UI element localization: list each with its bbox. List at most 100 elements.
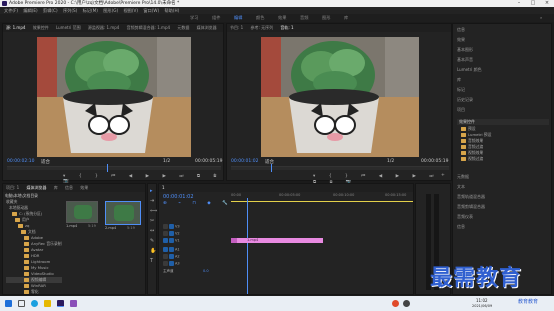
- tab-source[interactable]: 源: 1.mp4: [3, 24, 28, 32]
- source-playhead[interactable]: [107, 164, 108, 172]
- panel-libraries[interactable]: 库: [457, 77, 461, 83]
- workspace-color[interactable]: 颜色: [256, 14, 264, 22]
- source-fit-dropdown[interactable]: 适合: [41, 159, 50, 165]
- tab-libraries[interactable]: 库: [51, 184, 61, 192]
- tab-sequence[interactable]: 1: [159, 184, 168, 192]
- tab-lumetri-scopes[interactable]: Lumetri 范围: [53, 24, 84, 32]
- panel-history[interactable]: 历史记录: [457, 97, 473, 103]
- tab-project[interactable]: 项目: 1: [3, 184, 22, 192]
- master-volume-value[interactable]: 0.0: [203, 269, 209, 274]
- tab-effect-controls[interactable]: 效果控件: [30, 24, 52, 32]
- workspace-graphics[interactable]: 图形: [322, 14, 330, 22]
- workspace-assembly[interactable]: 组件: [212, 14, 220, 22]
- menu-clip[interactable]: 剪辑(C): [43, 7, 58, 14]
- tab-media-browser[interactable]: 媒体浏览器: [194, 24, 220, 32]
- clock-time[interactable]: 11:02: [476, 298, 488, 303]
- panel-info[interactable]: 信息: [457, 27, 465, 33]
- tab-audio-clip-mixer[interactable]: 音频剪辑混合器: 1.mp4: [124, 24, 173, 32]
- tray-icon[interactable]: [403, 300, 410, 307]
- workspace-editing[interactable]: 编辑: [234, 14, 242, 22]
- program-time-ruler[interactable]: [231, 166, 449, 170]
- work-area-bar[interactable]: [231, 201, 413, 202]
- menu-graphics[interactable]: 图形(G): [103, 7, 118, 14]
- panel-lumetri-color[interactable]: Lumetri 颜色: [457, 67, 482, 73]
- ripple-edit-tool-icon[interactable]: ⟺: [150, 208, 157, 214]
- tab-audio-track[interactable]: 音轨: 1: [277, 24, 296, 32]
- source-time-ruler[interactable]: [7, 166, 221, 170]
- panel-markers[interactable]: 标记: [457, 87, 465, 93]
- panel-audio-clip-mixer[interactable]: 音频剪辑混合器: [457, 204, 485, 210]
- video-clip[interactable]: 1.mp4: [231, 238, 323, 243]
- tab-source-monitor[interactable]: 源监视器: 1.mp4: [85, 24, 122, 32]
- track-header-a3: A3: [163, 261, 180, 266]
- hand-tool-icon[interactable]: ✋: [150, 248, 156, 254]
- panel-effects[interactable]: 效果: [457, 37, 465, 43]
- clip-duration: 5:19: [88, 224, 96, 228]
- menu-marker[interactable]: 标记(M): [83, 7, 98, 14]
- source-add-button[interactable]: +: [213, 173, 217, 178]
- panel-metadata[interactable]: 元数据: [457, 174, 469, 180]
- panel-text[interactable]: 文本: [457, 184, 465, 190]
- panel-project[interactable]: 项目: [457, 107, 465, 113]
- panel-essential-graphics[interactable]: 基本图形: [457, 47, 473, 53]
- tab-metadata[interactable]: 元数据: [174, 24, 192, 32]
- tab-info[interactable]: 信息: [62, 184, 76, 192]
- program-video-frame: [261, 37, 419, 157]
- maximize-button[interactable]: □: [526, 0, 540, 7]
- edge-browser-icon[interactable]: [31, 300, 38, 307]
- menu-edit[interactable]: 编辑(E): [23, 7, 37, 14]
- workspace-libraries[interactable]: 库: [344, 14, 348, 22]
- type-tool-icon[interactable]: T: [150, 258, 153, 264]
- panel-audio-track-mixer[interactable]: 音频轨道混合器: [457, 194, 485, 200]
- source-resolution-dropdown[interactable]: 1/2: [163, 159, 170, 164]
- clip-thumbnail[interactable]: [66, 201, 98, 223]
- timeline-tool-buttons[interactable]: ⊕ ⌁ ⊓ ◆ 🔧: [163, 201, 233, 206]
- effects-list-item[interactable]: 视频过渡: [461, 156, 491, 162]
- tray-app-icon[interactable]: [392, 300, 399, 307]
- track-select-tool-icon[interactable]: ⇥: [150, 198, 154, 204]
- windows-start-icon[interactable]: [5, 300, 12, 307]
- clock-date[interactable]: 2021/06/09: [472, 304, 492, 308]
- menu-window[interactable]: 窗口(W): [143, 7, 159, 14]
- effects-group-header[interactable]: 效果控件: [457, 119, 549, 125]
- media-app-icon[interactable]: [70, 300, 77, 307]
- premiere-taskbar-icon[interactable]: [57, 300, 64, 307]
- timeline-ruler[interactable]: 00:00 00:00:05:00 00:00:10:00 00:00:15:0…: [231, 193, 413, 199]
- program-resolution-dropdown[interactable]: 1/2: [387, 159, 394, 164]
- menu-file[interactable]: 文件(F): [4, 7, 18, 14]
- clip-thumbnail-selected[interactable]: [105, 201, 141, 225]
- panel-info-bottom[interactable]: 信息: [457, 224, 465, 230]
- task-view-icon[interactable]: [18, 300, 25, 307]
- tab-effects[interactable]: 效果: [77, 184, 91, 192]
- workspace-audio[interactable]: 音频: [300, 14, 308, 22]
- menu-help[interactable]: 帮助(H): [164, 7, 179, 14]
- timeline-playhead[interactable]: [247, 198, 248, 294]
- program-playhead[interactable]: [271, 164, 272, 172]
- program-fit-dropdown[interactable]: 适合: [265, 159, 274, 165]
- file-explorer-icon[interactable]: [44, 300, 51, 307]
- program-add-button[interactable]: +: [441, 173, 445, 178]
- tab-reference[interactable]: 参考: 无序列: [247, 24, 276, 32]
- menu-sequence[interactable]: 序列(S): [63, 7, 77, 14]
- timeline-tabs: 1: [159, 184, 413, 192]
- pen-tool-icon[interactable]: ✎: [150, 238, 154, 244]
- timeline-timecode[interactable]: 00:00:01:02: [163, 194, 194, 200]
- tab-program[interactable]: 节目: 1: [227, 24, 246, 32]
- panel-audio-meters[interactable]: 音频仪表: [457, 214, 473, 220]
- search-icon[interactable]: ⌕: [540, 14, 542, 22]
- close-button[interactable]: ×: [540, 0, 554, 7]
- panel-essential-sound[interactable]: 基本声音: [457, 57, 473, 63]
- tab-media-browser-2[interactable]: 媒体浏览器: [23, 184, 49, 192]
- workspace-learning[interactable]: 学习: [190, 14, 198, 22]
- razor-tool-icon[interactable]: ✂: [150, 218, 154, 224]
- slip-tool-icon[interactable]: ↔: [150, 228, 154, 234]
- source-timecode-current[interactable]: 00:00:02:10: [7, 159, 34, 164]
- clip-name: 1.mp4: [66, 224, 78, 228]
- workspace-effects[interactable]: 效果: [278, 14, 286, 22]
- selection-tool-icon[interactable]: ▸: [150, 188, 153, 194]
- menu-view[interactable]: 视图(V): [123, 7, 138, 14]
- program-timecode-current[interactable]: 00:00:01:02: [231, 159, 258, 164]
- tree-item[interactable]: 零化: [6, 289, 62, 295]
- ruler-label: 00:00:05:00: [279, 193, 301, 197]
- minimize-button[interactable]: –: [512, 0, 526, 7]
